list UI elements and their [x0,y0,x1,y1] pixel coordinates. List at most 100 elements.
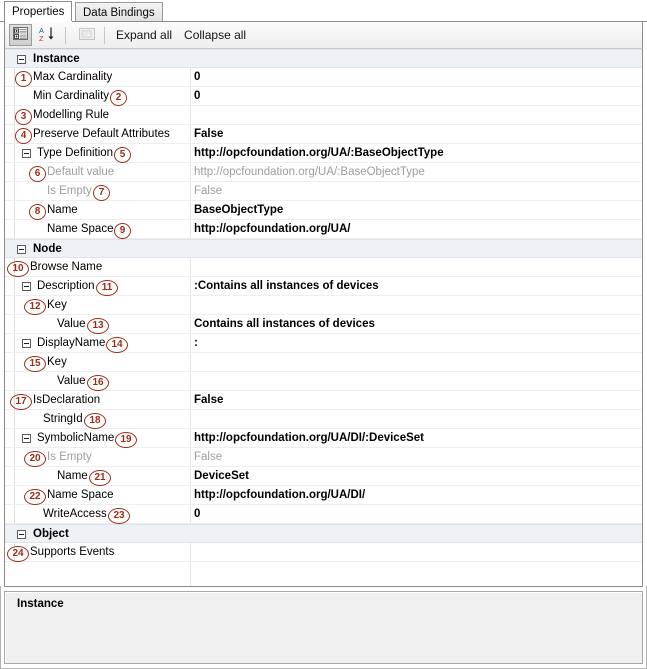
property-name: Instance [33,53,80,65]
property-name: Description [37,280,95,292]
property-value[interactable]: 0 [194,68,200,87]
property-row[interactable]: StringId [5,410,642,429]
tab-properties-label: Properties [12,6,65,18]
property-value[interactable]: http://opcfoundation.org/UA/:BaseObjectT… [194,144,444,163]
property-value[interactable]: 0 [194,505,200,524]
property-name: Is Empty [47,185,92,197]
property-value[interactable]: : [194,334,198,353]
tree-indent-guide [14,543,15,561]
property-name: Value [57,318,86,330]
description-pane: Instance [4,591,643,664]
property-row[interactable]: Name Space http://opcfoundation.org/UA/DI… [5,486,642,505]
property-name: Default value [47,166,115,178]
property-name: Modelling Rule [33,109,110,121]
tree-indent-guide [14,334,15,352]
property-value[interactable]: False [194,125,223,144]
property-name: Preserve Default Attributes [33,128,170,140]
property-name: Min Cardinality [33,90,110,102]
property-name: Key [47,356,67,368]
property-row[interactable]: WriteAccess 0 [5,505,642,524]
property-row[interactable]: Name DeviceSet [5,467,642,486]
property-row[interactable]: Supports Events [5,543,642,562]
collapse-expander-icon[interactable] [17,530,26,539]
property-row[interactable]: Description :Contains all instances of de… [5,277,642,296]
tab-data-bindings-label: Data Bindings [83,7,155,19]
collapse-expander-icon[interactable] [22,434,31,443]
property-name: Type Definition [37,147,114,159]
property-value[interactable]: http://opcfoundation.org/UA/DI/ [194,486,365,505]
property-row[interactable]: Max Cardinality 0 [5,68,642,87]
property-value[interactable]: Contains all instances of devices [194,315,375,334]
active-tab-seam [5,21,72,22]
property-category-row[interactable]: Node [5,239,642,258]
tree-indent-guide [14,353,15,371]
property-value[interactable]: http://opcfoundation.org/UA/DI/:DeviceSe… [194,429,424,448]
property-value[interactable]: BaseObjectType [194,201,283,220]
property-value[interactable]: 0 [194,87,200,106]
property-value[interactable]: DeviceSet [194,467,249,486]
property-rows: Instance Max Cardinality 0 Min Cardinality 0… [5,49,642,562]
collapse-expander-icon[interactable] [22,339,31,348]
tree-indent-guide [14,220,15,238]
property-row[interactable]: Is Empty False [5,448,642,467]
tree-indent-guide [14,258,15,276]
collapse-expander-icon[interactable] [17,55,26,64]
property-row[interactable]: Modelling Rule [5,106,642,125]
property-row[interactable]: DisplayName: [5,334,642,353]
tree-indent-guide [14,125,15,143]
expand-all-button[interactable]: Expand all [110,24,178,46]
property-name: Name Space [47,223,114,235]
property-row[interactable]: IsDeclaration False [5,391,642,410]
property-row[interactable]: Value [5,372,642,391]
property-pages-button[interactable] [75,24,98,46]
property-row[interactable]: SymbolicName http://opcfoundation.org/UA/… [5,429,642,448]
categorized-view-button[interactable] [9,24,32,46]
property-category-row[interactable]: Instance [5,49,642,68]
property-value[interactable]: False [194,391,223,410]
property-name: SymbolicName [37,432,115,444]
property-name: IsDeclaration [33,394,101,406]
tree-indent-guide [14,201,15,219]
tab-properties[interactable]: Properties [4,1,73,22]
property-row[interactable]: Min Cardinality 0 [5,87,642,106]
property-row[interactable]: Key [5,353,642,372]
property-name: Object [33,528,69,540]
property-value[interactable]: False [194,182,222,201]
property-row[interactable]: Key [5,296,642,315]
property-row[interactable]: Browse Name [5,258,642,277]
property-row[interactable]: Default value http://opcfoundation.org/UA… [5,163,642,182]
svg-text:Z: Z [39,34,44,42]
property-row[interactable]: Name Space http://opcfoundation.org/UA/ [5,220,642,239]
tree-indent-guide [14,163,15,181]
property-value[interactable]: :Contains all instances of devices [194,277,379,296]
property-name: Node [33,243,62,255]
property-value[interactable]: http://opcfoundation.org/UA/ [194,220,351,239]
collapse-all-button[interactable]: Collapse all [178,24,252,46]
tree-indent-guide [14,87,15,105]
property-row[interactable]: Type Definition http://opcfoundation.org/… [5,144,642,163]
tree-indent-guide [14,68,15,86]
collapse-expander-icon[interactable] [17,245,26,254]
tree-indent-guide [14,448,15,466]
tab-data-bindings[interactable]: Data Bindings [75,2,163,21]
property-category-row[interactable]: Object [5,524,642,543]
collapse-expander-icon[interactable] [22,149,31,158]
property-value[interactable]: http://opcfoundation.org/UA/:BaseObjectT… [194,163,425,182]
property-row[interactable]: Name BaseObjectType [5,201,642,220]
property-row[interactable]: Preserve Default Attributes False [5,125,642,144]
tree-indent-guide [14,182,15,200]
property-row[interactable]: Value Contains all instances of devices [5,315,642,334]
alphabetical-sort-button[interactable]: A Z [36,24,59,46]
toolbar-separator-2 [104,26,105,44]
property-name: DisplayName [37,337,106,349]
tree-indent-guide [14,505,15,523]
categorized-view-icon [13,26,28,44]
tree-indent-guide [14,144,15,162]
tree-indent-guide [14,106,15,124]
tree-indent-guide [14,372,15,390]
collapse-expander-icon[interactable] [22,282,31,291]
property-value[interactable]: False [194,448,222,467]
property-row[interactable]: Is Empty False [5,182,642,201]
description-title: Instance [17,598,64,610]
property-name: Max Cardinality [33,71,113,83]
